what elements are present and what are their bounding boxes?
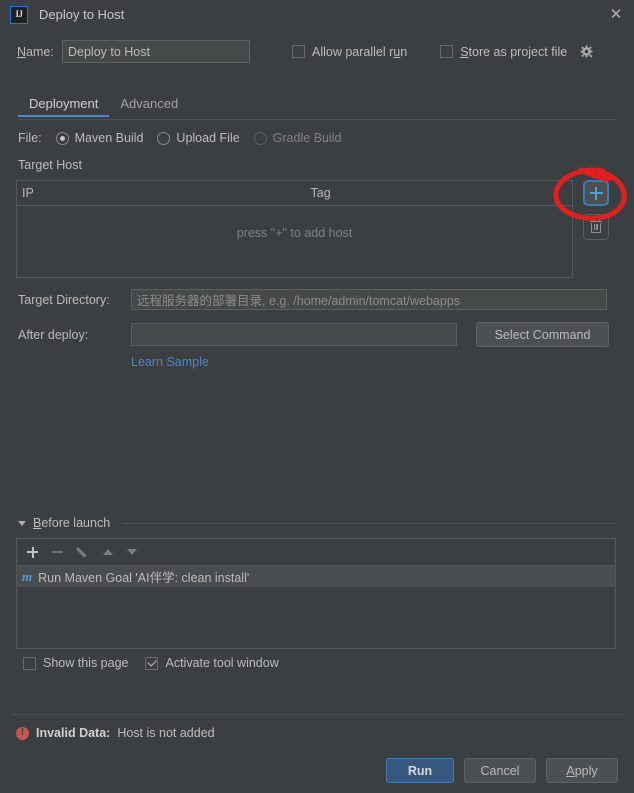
list-item[interactable]: m Run Maven Goal 'AI伴学: clean install' <box>17 566 615 587</box>
footer-separator <box>11 714 623 715</box>
activate-tool-window-box <box>145 656 159 670</box>
radio-gradle-build-dot <box>253 131 267 145</box>
tab-bar: Deployment Advanced <box>0 94 634 120</box>
window-titlebar: IJ Deploy to Host ✕ <box>0 0 634 29</box>
run-button[interactable]: Run <box>386 758 454 783</box>
before-launch-task-label: Run Maven Goal 'AI伴学: clean install' <box>38 571 250 585</box>
file-type-row: File: Maven Build Upload File Gradle Bui… <box>18 131 341 145</box>
name-label-mnemonic: N <box>17 44 27 59</box>
status-prefix: Invalid Data: <box>36 726 111 740</box>
store-as-project-file-box <box>440 45 454 58</box>
intellij-idea-icon: IJ <box>10 5 28 24</box>
allow-parallel-run-box <box>292 45 305 58</box>
error-icon: ! <box>16 726 29 740</box>
gear-icon[interactable] <box>580 45 594 59</box>
before-launch-rule <box>123 522 616 524</box>
status-badge: ! Invalid Data: Host is not added <box>16 726 215 740</box>
target-directory-placeholder: 远程服务器的部署目录, e.g. /home/admin/tomcat/weba… <box>137 294 461 308</box>
target-host-side-buttons <box>583 180 609 240</box>
tab-advanced[interactable]: Advanced <box>109 94 189 117</box>
move-task-up-button <box>103 549 113 555</box>
add-task-button[interactable] <box>27 546 38 558</box>
chevron-down-icon[interactable] <box>18 520 26 526</box>
radio-gradle-build-label: Gradle Build <box>272 131 342 145</box>
activate-tool-window-checkbox[interactable]: Activate tool window <box>145 656 279 670</box>
target-directory-input[interactable]: 远程服务器的部署目录, e.g. /home/admin/tomcat/weba… <box>131 289 607 310</box>
name-input[interactable]: Deploy to Host <box>62 40 250 63</box>
dialog-buttons: Run Cancel Apply <box>386 758 618 783</box>
trash-icon <box>590 218 602 234</box>
radio-upload-file[interactable]: Upload File <box>157 131 240 145</box>
before-launch-toolbar <box>17 539 615 566</box>
store-as-project-file-checkbox[interactable]: Store as project file <box>440 45 594 59</box>
maven-icon: m <box>22 569 33 584</box>
name-label: Name: <box>17 44 54 59</box>
before-launch-title: Before launch <box>33 516 111 530</box>
edit-task-button <box>77 546 89 558</box>
target-host-empty-message: press "+" to add host <box>236 226 353 240</box>
before-launch-header[interactable]: Before launch <box>18 516 616 530</box>
allow-parallel-run-label: Allow parallel run <box>312 44 408 59</box>
show-this-page-box <box>23 656 36 670</box>
column-header-ip[interactable]: IP <box>17 181 295 205</box>
radio-maven-build-dot <box>55 131 69 145</box>
after-deploy-input[interactable] <box>131 323 457 346</box>
name-input-value: Deploy to Host <box>68 44 150 59</box>
after-deploy-label: After deploy: <box>18 327 89 342</box>
status-message: Host is not added <box>117 726 215 740</box>
remove-task-button <box>52 551 63 553</box>
radio-maven-build[interactable]: Maven Build <box>55 131 144 145</box>
plus-icon <box>589 186 603 200</box>
window-title: Deploy to Host <box>39 7 125 22</box>
radio-upload-file-dot <box>157 131 171 145</box>
apply-button[interactable]: Apply <box>546 758 618 783</box>
target-directory-row: Target Directory: 远程服务器的部署目录, e.g. /home… <box>18 289 618 310</box>
activate-tool-window-label: Activate tool window <box>165 656 279 670</box>
radio-gradle-build: Gradle Build <box>253 131 342 145</box>
move-task-down-button <box>127 549 137 555</box>
file-label: File: <box>18 131 42 145</box>
radio-maven-build-label: Maven Build <box>74 131 144 145</box>
learn-sample-link[interactable]: Learn Sample <box>131 355 209 369</box>
before-launch-options: Show this page Activate tool window <box>23 656 279 670</box>
column-header-tag[interactable]: Tag <box>295 181 573 205</box>
target-directory-label: Target Directory: <box>18 292 110 307</box>
name-row: Name: Deploy to Host Allow parallel run … <box>0 40 634 63</box>
target-host-table-header: IP Tag <box>17 181 572 206</box>
store-as-project-file-label: Store as project file <box>460 44 568 59</box>
close-icon[interactable]: ✕ <box>608 7 624 23</box>
add-host-button[interactable] <box>583 180 609 206</box>
tab-deployment[interactable]: Deployment <box>18 94 110 117</box>
before-launch-panel: m Run Maven Goal 'AI伴学: clean install' <box>16 538 616 649</box>
show-this-page-label: Show this page <box>43 656 129 670</box>
remove-host-button[interactable] <box>583 214 609 240</box>
target-host-label: Target Host <box>18 158 82 172</box>
target-host-table[interactable]: IP Tag press "+" to add host <box>16 180 573 278</box>
select-command-button[interactable]: Select Command <box>476 322 609 347</box>
allow-parallel-run-checkbox[interactable]: Allow parallel run <box>292 45 407 59</box>
show-this-page-checkbox[interactable]: Show this page <box>23 656 128 670</box>
cancel-button[interactable]: Cancel <box>464 758 536 783</box>
tab-separator <box>18 119 616 120</box>
radio-upload-file-label: Upload File <box>176 131 240 145</box>
